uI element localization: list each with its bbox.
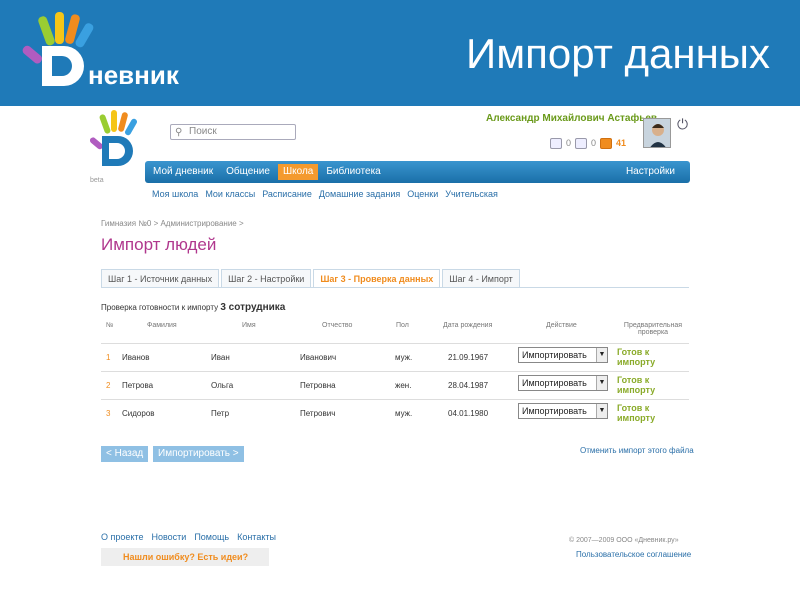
check-summary: Проверка готовности к импорту 3 сотрудни…	[101, 302, 285, 313]
beta-label: beta	[90, 177, 104, 184]
subnav-my-classes[interactable]: Мои классы	[205, 189, 255, 199]
footer-links: О проекте Новости Помощь Контакты	[101, 532, 276, 542]
table-row: 2 Петрова Ольга Петровна жен. 28.04.1987…	[101, 371, 689, 399]
col-precheck: Предварительная проверка	[623, 322, 683, 336]
row-dob: 28.04.1987	[448, 381, 489, 390]
wizard-tabs: Шаг 1 - Источник данных Шаг 2 - Настройк…	[101, 269, 522, 287]
user-name[interactable]: Александр Михайлович Астафьев	[486, 113, 657, 124]
row-first-name: Иван	[211, 353, 230, 362]
back-button[interactable]: < Назад	[101, 446, 149, 462]
counters: 0 0 41	[550, 136, 626, 150]
row-num: 1	[106, 353, 111, 362]
friends-count: 0	[591, 138, 597, 148]
row-last-name: Петрова	[122, 381, 154, 390]
friends-icon[interactable]	[575, 137, 588, 149]
subnav-my-school[interactable]: Моя школа	[152, 189, 198, 199]
nav-my-diary[interactable]: Мой дневник	[148, 164, 218, 180]
row-first-name: Петр	[211, 409, 230, 418]
sub-nav: Моя школа Мои классы Расписание Домашние…	[152, 189, 498, 199]
tab-step-1[interactable]: Шаг 1 - Источник данных	[101, 269, 220, 287]
events-count: 41	[616, 138, 627, 148]
row-first-name: Ольга	[211, 381, 234, 390]
tab-step-2[interactable]: Шаг 2 - Настройки	[221, 269, 312, 287]
slide-header: невник Импорт данных	[0, 0, 800, 106]
col-dob: Дата рождения	[443, 322, 493, 329]
power-icon[interactable]: ⏻	[677, 116, 688, 133]
subnav-homework[interactable]: Домашние задания	[319, 189, 400, 199]
app-logo[interactable]: beta	[90, 110, 150, 190]
tabs-divider	[101, 287, 689, 288]
row-gender: жен.	[395, 381, 412, 390]
chevron-down-icon: ▼	[596, 348, 607, 362]
feedback-link[interactable]: Нашли ошибку? Есть идеи?	[101, 548, 269, 566]
col-action: Действие	[546, 322, 577, 329]
footer-contacts[interactable]: Контакты	[237, 532, 276, 542]
page-title: Импорт людей	[101, 235, 217, 254]
search-input[interactable]: ⚲ Поиск	[170, 124, 296, 140]
col-first-name: Имя	[242, 322, 256, 329]
col-last-name: Фамилия	[147, 322, 177, 329]
subnav-teachers-room[interactable]: Учительская	[445, 189, 498, 199]
action-value: Импортировать	[522, 350, 587, 360]
table-row: 1 Иванов Иван Иванович муж. 21.09.1967 И…	[101, 343, 689, 371]
action-select[interactable]: Импортировать ▼	[518, 375, 608, 391]
avatar[interactable]	[643, 118, 671, 148]
subnav-schedule[interactable]: Расписание	[262, 189, 312, 199]
row-gender: муж.	[395, 353, 413, 362]
check-prefix: Проверка готовности к импорту	[101, 303, 219, 312]
precheck-status: Готов к импорту	[617, 347, 656, 367]
copyright: © 2007—2009 ООО «Дневник.ру»	[569, 537, 679, 544]
tab-step-3[interactable]: Шаг 3 - Проверка данных	[313, 269, 441, 287]
footer-news[interactable]: Новости	[151, 532, 186, 542]
row-last-name: Иванов	[122, 353, 150, 362]
events-icon[interactable]	[600, 137, 613, 149]
row-dob: 04.01.1980	[448, 409, 489, 418]
chevron-down-icon: ▼	[596, 376, 607, 390]
row-last-name: Сидоров	[122, 409, 155, 418]
nav-communication[interactable]: Общение	[221, 164, 275, 180]
search-icon: ⚲	[175, 127, 183, 138]
table-row: 3 Сидоров Петр Петрович муж. 04.01.1980 …	[101, 399, 689, 427]
precheck-status: Готов к импорту	[617, 375, 656, 395]
row-middle-name: Петрович	[300, 409, 336, 418]
tab-step-4[interactable]: Шаг 4 - Импорт	[442, 269, 520, 287]
nav-library[interactable]: Библиотека	[321, 164, 385, 180]
row-gender: муж.	[395, 409, 413, 418]
nav-settings[interactable]: Настройки	[621, 164, 680, 180]
logo-text: невник	[88, 60, 180, 90]
breadcrumb[interactable]: Гимназия №0 > Администрирование >	[101, 219, 244, 228]
row-middle-name: Петровна	[300, 381, 336, 390]
footer-about[interactable]: О проекте	[101, 532, 143, 542]
row-dob: 21.09.1967	[448, 353, 489, 362]
check-count: 3 сотрудника	[220, 302, 286, 313]
slide-title: Импорт данных	[466, 30, 770, 77]
mail-count: 0	[566, 138, 572, 148]
subnav-grades[interactable]: Оценки	[407, 189, 438, 199]
main-nav: Мой дневник Общение Школа Библиотека Нас…	[145, 161, 690, 183]
import-button[interactable]: Импортировать >	[153, 446, 244, 462]
action-value: Импортировать	[522, 378, 587, 388]
user-agreement-link[interactable]: Пользовательское соглашение	[576, 550, 691, 559]
row-num: 2	[106, 381, 111, 390]
row-num: 3	[106, 409, 111, 418]
dnevnik-logo: невник	[22, 12, 180, 90]
avatar-image	[650, 124, 666, 147]
nav-school[interactable]: Школа	[277, 164, 319, 180]
cancel-import-link[interactable]: Отменить импорт этого файла	[580, 446, 694, 455]
app-window: beta ⚲ Поиск Александр Михайлович Астафь…	[90, 110, 700, 600]
chevron-down-icon: ▼	[596, 404, 607, 418]
precheck-status: Готов к импорту	[617, 403, 656, 423]
col-middle-name: Отчество	[322, 322, 353, 329]
search-placeholder: Поиск	[189, 126, 217, 137]
mail-icon[interactable]	[550, 137, 562, 149]
action-value: Импортировать	[522, 406, 587, 416]
col-num: №	[106, 322, 114, 329]
col-gender: Пол	[396, 322, 409, 329]
action-select[interactable]: Импортировать ▼	[518, 403, 608, 419]
action-select[interactable]: Импортировать ▼	[518, 347, 608, 363]
footer-help[interactable]: Помощь	[194, 532, 229, 542]
row-middle-name: Иванович	[300, 353, 337, 362]
